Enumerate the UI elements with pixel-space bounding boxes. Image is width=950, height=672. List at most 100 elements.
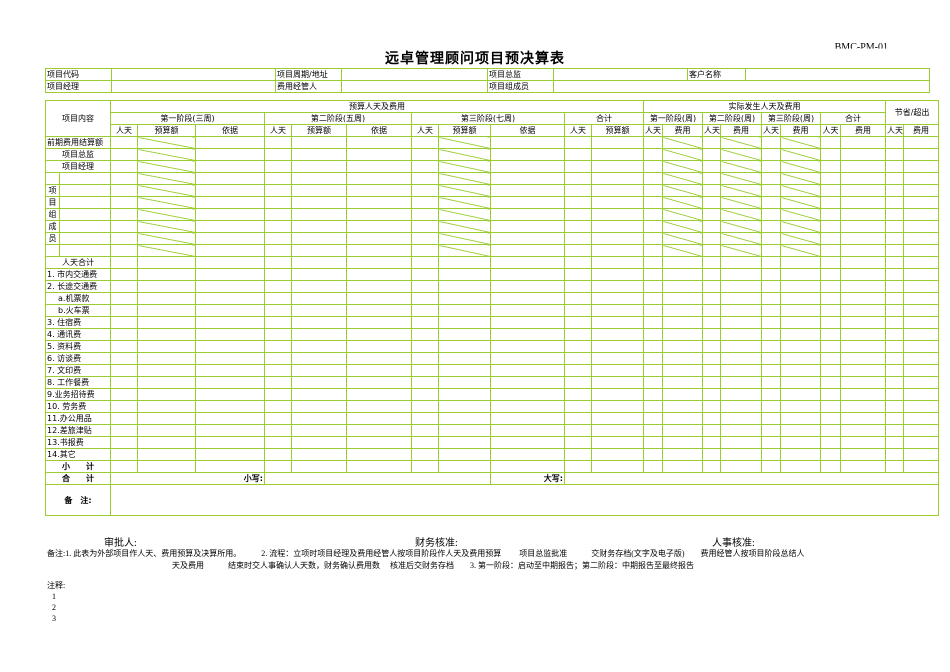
budget-cell[interactable] <box>702 436 722 449</box>
budget-cell[interactable] <box>780 172 822 185</box>
budget-cell[interactable] <box>780 232 822 245</box>
budget-cell[interactable] <box>903 208 940 221</box>
budget-cell[interactable] <box>702 460 722 473</box>
budget-cell[interactable] <box>411 412 439 425</box>
budget-cell[interactable] <box>885 340 905 353</box>
budget-cell[interactable] <box>564 412 592 425</box>
budget-cell[interactable] <box>761 388 782 401</box>
budget-cell[interactable] <box>346 412 412 425</box>
budget-cell[interactable] <box>438 232 491 245</box>
budget-cell[interactable] <box>291 244 347 257</box>
budget-cell[interactable] <box>590 160 645 173</box>
budget-cell[interactable] <box>411 376 439 389</box>
budget-cell[interactable] <box>411 232 439 245</box>
budget-cell[interactable] <box>291 148 347 161</box>
budget-cell[interactable] <box>137 352 196 365</box>
budget-cell[interactable] <box>195 352 265 365</box>
budget-cell[interactable] <box>903 328 940 341</box>
budget-cell[interactable] <box>590 364 645 377</box>
budget-cell[interactable] <box>702 424 722 437</box>
budget-cell[interactable] <box>291 376 347 389</box>
budget-cell[interactable] <box>110 304 138 317</box>
budget-cell[interactable] <box>780 436 822 449</box>
budget-cell[interactable] <box>780 352 822 365</box>
budget-cell[interactable] <box>411 196 439 209</box>
budget-cell[interactable] <box>264 316 292 329</box>
budget-cell[interactable] <box>195 328 265 341</box>
budget-cell[interactable] <box>564 316 592 329</box>
budget-cell[interactable] <box>590 424 645 437</box>
budget-cell[interactable] <box>291 136 347 149</box>
budget-cell[interactable] <box>720 136 763 149</box>
budget-cell[interactable] <box>840 208 887 221</box>
budget-cell[interactable] <box>291 460 347 473</box>
budget-cell[interactable] <box>291 364 347 377</box>
budget-cell[interactable] <box>820 412 842 425</box>
budget-cell[interactable] <box>110 172 138 185</box>
budget-cell[interactable] <box>820 280 842 293</box>
budget-cell[interactable] <box>885 436 905 449</box>
budget-cell[interactable] <box>903 184 940 197</box>
budget-cell[interactable] <box>820 232 842 245</box>
budget-cell[interactable] <box>662 208 704 221</box>
budget-cell[interactable] <box>761 304 782 317</box>
budget-cell[interactable] <box>346 136 412 149</box>
budget-cell[interactable] <box>903 244 940 257</box>
budget-cell[interactable] <box>411 244 439 257</box>
team-member-name[interactable] <box>59 184 111 197</box>
budget-cell[interactable] <box>195 160 265 173</box>
budget-cell[interactable] <box>702 136 722 149</box>
budget-cell[interactable] <box>411 436 439 449</box>
budget-cell[interactable] <box>564 256 592 269</box>
budget-cell[interactable] <box>840 436 887 449</box>
budget-cell[interactable] <box>291 388 347 401</box>
budget-cell[interactable] <box>137 160 196 173</box>
team-member-name[interactable] <box>59 232 111 245</box>
budget-cell[interactable] <box>490 280 565 293</box>
budget-cell[interactable] <box>490 268 565 281</box>
budget-cell[interactable] <box>490 388 565 401</box>
budget-cell[interactable] <box>903 160 940 173</box>
budget-cell[interactable] <box>903 352 940 365</box>
budget-cell[interactable] <box>720 424 763 437</box>
value-cost-manager[interactable] <box>341 80 488 93</box>
budget-cell[interactable] <box>702 268 722 281</box>
budget-cell[interactable] <box>643 292 664 305</box>
budget-cell[interactable] <box>780 328 822 341</box>
budget-cell[interactable] <box>702 352 722 365</box>
budget-cell[interactable] <box>564 160 592 173</box>
budget-cell[interactable] <box>720 448 763 461</box>
budget-cell[interactable] <box>490 412 565 425</box>
budget-cell[interactable] <box>411 208 439 221</box>
budget-cell[interactable] <box>195 460 265 473</box>
budget-cell[interactable] <box>264 460 292 473</box>
budget-cell[interactable] <box>264 424 292 437</box>
budget-cell[interactable] <box>643 436 664 449</box>
budget-cell[interactable] <box>662 460 704 473</box>
budget-cell[interactable] <box>291 448 347 461</box>
budget-cell[interactable] <box>137 220 196 233</box>
budget-cell[interactable] <box>903 196 940 209</box>
budget-cell[interactable] <box>564 244 592 257</box>
budget-cell[interactable] <box>820 160 842 173</box>
budget-cell[interactable] <box>411 364 439 377</box>
budget-cell[interactable] <box>643 424 664 437</box>
budget-cell[interactable] <box>702 148 722 161</box>
budget-cell[interactable] <box>590 148 645 161</box>
budget-cell[interactable] <box>840 280 887 293</box>
budget-cell[interactable] <box>720 220 763 233</box>
budget-cell[interactable] <box>702 244 722 257</box>
budget-cell[interactable] <box>643 196 664 209</box>
budget-cell[interactable] <box>761 220 782 233</box>
budget-cell[interactable] <box>490 292 565 305</box>
budget-cell[interactable] <box>662 448 704 461</box>
budget-cell[interactable] <box>346 208 412 221</box>
budget-cell[interactable] <box>564 268 592 281</box>
budget-cell[interactable] <box>264 388 292 401</box>
budget-cell[interactable] <box>780 208 822 221</box>
budget-cell[interactable] <box>590 184 645 197</box>
budget-cell[interactable] <box>291 424 347 437</box>
budget-cell[interactable] <box>643 400 664 413</box>
budget-cell[interactable] <box>438 292 491 305</box>
budget-cell[interactable] <box>346 304 412 317</box>
